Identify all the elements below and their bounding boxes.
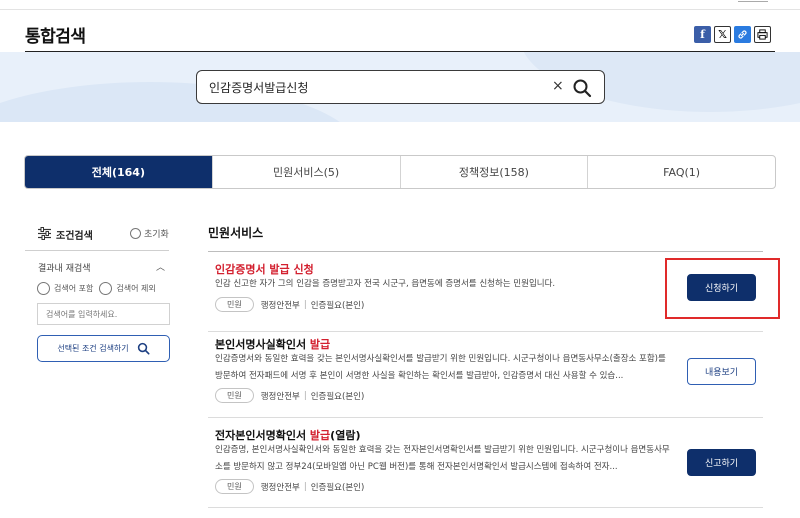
result-meta: 민원 행정안전부 | 인증필요(본인) <box>215 297 364 312</box>
result-title-link[interactable]: 전자본인서명확인서 발급(열람) <box>215 427 360 443</box>
result-item: 본인서명사실확인서 발급 인감증명서와 동일한 효력을 갖는 본인서명사실확인서… <box>208 332 763 418</box>
result-title-highlight: 발급 <box>309 429 331 442</box>
result-title-highlight: 발급 <box>309 338 331 351</box>
search-icon <box>137 342 150 355</box>
reset-circle-icon <box>130 228 141 239</box>
reset-label: 초기화 <box>144 230 169 240</box>
search-input[interactable] <box>209 78 539 96</box>
tab-civil-service[interactable]: 민원서비스(5) <box>213 156 401 188</box>
tab-all[interactable]: 전체(164) <box>25 156 213 188</box>
category-badge: 민원 <box>215 297 254 312</box>
page-title: 통합검색 <box>25 27 86 47</box>
result-meta: 민원 행정안전부 | 인증필요(본인) <box>215 479 364 494</box>
refine-title: 결과내 재검색 <box>38 264 91 274</box>
category-badge: 민원 <box>215 479 254 494</box>
result-description: 인감증명서와 동일한 효력을 갖는 본인서명사실확인서를 발급받기 위한 민원입… <box>215 354 666 381</box>
facebook-icon[interactable]: f <box>694 26 711 43</box>
include-radio[interactable]: 검색어 포함 <box>37 282 93 295</box>
top-utility-strip <box>0 0 800 10</box>
x-twitter-icon[interactable]: 𝕏 <box>714 26 731 43</box>
include-label: 검색어 포함 <box>54 284 94 293</box>
exclude-label: 검색어 제외 <box>116 284 156 293</box>
filter-title: 조건검색 <box>56 231 93 242</box>
result-meta: 민원 행정안전부 | 인증필요(본인) <box>215 388 364 403</box>
result-title-text: 전자본인서명확인서 <box>215 429 310 442</box>
result-title-tail: (열람) <box>330 429 361 442</box>
filter-header: 조건검색 초기화 <box>38 227 170 242</box>
result-title-link[interactable]: 본인서명사실확인서 발급 <box>215 336 330 352</box>
clear-icon[interactable]: × <box>552 78 564 94</box>
auth-label: 인증필요(본인) <box>310 300 365 311</box>
sidebar-divider <box>25 250 169 251</box>
refine-options: 검색어 포함 검색어 제외 <box>37 282 177 295</box>
result-divider <box>208 507 763 508</box>
search-icon[interactable] <box>572 78 592 98</box>
refine-header[interactable]: 결과내 재검색 ︿ <box>38 261 168 274</box>
refine-search-input[interactable] <box>37 303 170 325</box>
result-description: 인감 신고한 자가 그의 인감을 증명받고자 전국 시군구, 읍면동에 증명서를… <box>215 279 556 289</box>
meta-separator: | <box>303 299 307 310</box>
apply-filter-label: 선택된 조건 검색하기 <box>57 344 129 353</box>
search-box: × <box>196 70 605 104</box>
result-title-link[interactable]: 인감증명서 발급 신청 <box>215 261 314 277</box>
agency-label: 행정안전부 <box>260 391 300 402</box>
reset-button[interactable]: 초기화 <box>130 227 169 240</box>
category-badge: 민원 <box>215 388 254 403</box>
sliders-icon <box>38 227 51 240</box>
report-button[interactable]: 신고하기 <box>687 449 756 476</box>
result-title-text: 본인서명사실확인서 <box>215 338 310 351</box>
radio-icon <box>99 282 113 295</box>
view-details-button[interactable]: 내용보기 <box>687 358 756 385</box>
result-tabs: 전체(164) 민원서비스(5) 정책정보(158) FAQ(1) <box>24 155 776 189</box>
section-title: 민원서비스 <box>208 226 264 240</box>
auth-label: 인증필요(본인) <box>310 391 365 402</box>
share-toolbar: f 𝕏 <box>694 26 771 43</box>
radio-icon <box>37 282 50 295</box>
top-link[interactable] <box>738 0 768 2</box>
auth-label: 인증필요(본인) <box>310 482 365 493</box>
highlight-annotation-box <box>665 258 780 319</box>
result-item: 전자본인서명확인서 발급(열람) 인감증명, 본인서명사실확인서와 동일한 효력… <box>208 417 763 508</box>
agency-label: 행정안전부 <box>260 300 300 311</box>
apply-filter-button[interactable]: 선택된 조건 검색하기 <box>37 335 170 362</box>
agency-label: 행정안전부 <box>260 482 300 493</box>
chevron-up-icon[interactable]: ︿ <box>156 260 165 273</box>
result-description: 인감증명, 본인서명사실확인서와 동일한 효력을 갖는 전자본인서명확인서를 발… <box>215 445 670 472</box>
meta-separator: | <box>303 481 307 492</box>
link-copy-icon[interactable] <box>734 26 751 43</box>
tab-policy-info[interactable]: 정책정보(158) <box>401 156 589 188</box>
tab-faq[interactable]: FAQ(1) <box>588 156 775 188</box>
print-icon[interactable] <box>754 26 771 43</box>
exclude-radio[interactable]: 검색어 제외 <box>99 282 156 295</box>
meta-separator: | <box>303 390 307 401</box>
